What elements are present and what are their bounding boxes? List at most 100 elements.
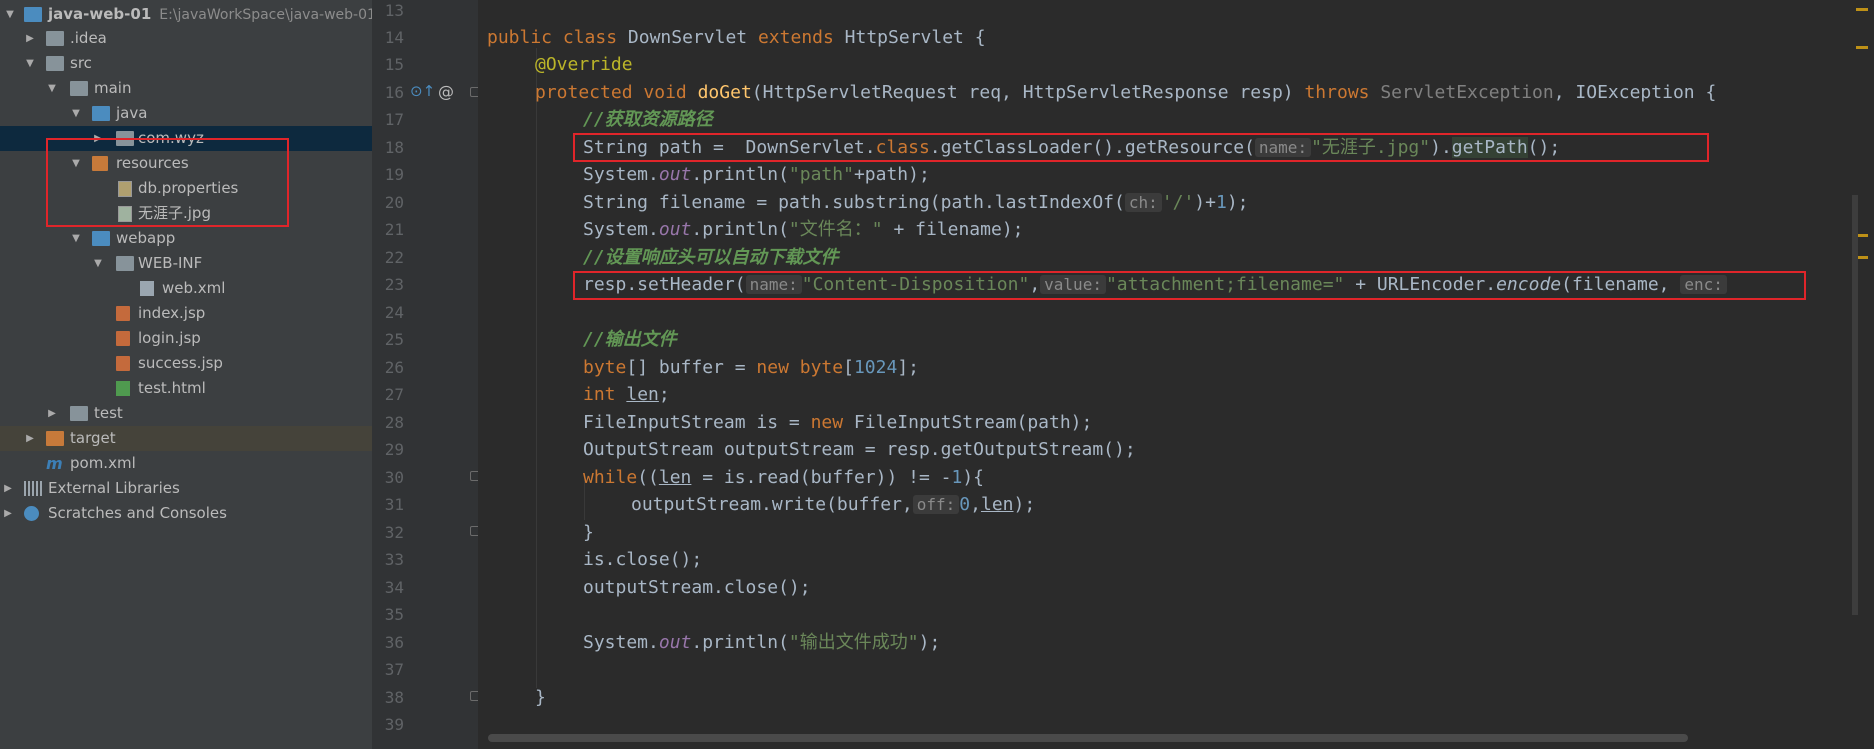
- root-name: java-web-01: [48, 5, 152, 23]
- chevron-right-icon[interactable]: ▶: [46, 401, 58, 426]
- tree-item-label: Scratches and Consoles: [48, 504, 227, 522]
- line-number: 37: [384, 660, 404, 679]
- excluded-folder-icon: [46, 431, 64, 446]
- vertical-scroll-thumb[interactable]: [1852, 195, 1858, 615]
- code-line-25: //输出文件: [583, 329, 677, 350]
- warning-marker[interactable]: [1856, 8, 1868, 11]
- line-number: 36: [384, 633, 404, 652]
- tree-item-label: .idea: [70, 29, 107, 47]
- code-editor[interactable]: public class DownServlet extends HttpSer…: [478, 0, 1858, 734]
- tree-item-pom-xml[interactable]: m pom.xml: [0, 451, 372, 476]
- chevron-down-icon[interactable]: ▼: [4, 2, 16, 27]
- line-number: 13: [384, 1, 404, 20]
- chevron-down-icon[interactable]: ▼: [92, 251, 104, 276]
- tree-item-label: pom.xml: [70, 454, 136, 472]
- code-line-29: OutputStream outputStream = resp.getOutp…: [583, 439, 1136, 460]
- line-number: 16: [384, 83, 404, 102]
- tree-item-label: web.xml: [162, 279, 226, 297]
- chevron-right-icon[interactable]: ▶: [2, 501, 14, 526]
- tree-item-web-xml[interactable]: web.xml: [0, 276, 372, 301]
- source-folder-icon: [92, 106, 110, 121]
- jsp-file-icon: [116, 331, 130, 346]
- vertical-scrollbar[interactable]: [1858, 0, 1874, 749]
- line-number: 38: [384, 688, 404, 707]
- code-line-14: public class DownServlet extends HttpSer…: [487, 27, 986, 48]
- indent-guide: [536, 48, 537, 688]
- tree-item-login-jsp[interactable]: login.jsp: [0, 326, 372, 351]
- line-number: 28: [384, 413, 404, 432]
- tree-root[interactable]: ▼ java-web-01 E:\javaWorkSpace\java-web-0…: [0, 2, 372, 27]
- line-number: 24: [384, 303, 404, 322]
- tree-item-src[interactable]: ▼ src: [0, 51, 372, 76]
- chevron-down-icon[interactable]: ▼: [46, 76, 58, 101]
- param-hint: ch:: [1124, 193, 1162, 212]
- line-number: 23: [384, 275, 404, 294]
- code-line-17: //获取资源路径: [583, 109, 713, 130]
- tree-item-test-html[interactable]: test.html: [0, 376, 372, 401]
- tree-item-label: main: [94, 79, 132, 97]
- line-number: 39: [384, 715, 404, 734]
- code-line-26: byte[] buffer = new byte[1024];: [583, 357, 919, 378]
- line-number: 17: [384, 110, 404, 129]
- code-line-36: System.out.println("输出文件成功");: [583, 632, 941, 653]
- line-number: 30: [384, 468, 404, 487]
- folder-icon: [70, 406, 88, 421]
- tree-item-label: java: [116, 104, 148, 122]
- tree-item-label: target: [70, 429, 116, 447]
- code-line-31: outputStream.write(buffer, off: 0,len);: [631, 494, 1036, 515]
- tree-item-web-inf[interactable]: ▼ WEB-INF: [0, 251, 372, 276]
- code-line-34: outputStream.close();: [583, 577, 811, 598]
- code-line-20: String filename = path.substring(path.la…: [583, 192, 1249, 213]
- chevron-down-icon[interactable]: ▼: [70, 101, 82, 126]
- line-number: 14: [384, 28, 404, 47]
- warning-marker[interactable]: [1856, 46, 1868, 49]
- highlight-box-resources: [46, 138, 289, 227]
- code-line-21: System.out.println("文件名：" + filename);: [583, 219, 1024, 240]
- tree-item-success-jsp[interactable]: success.jsp: [0, 351, 372, 376]
- horizontal-scrollbar[interactable]: [488, 734, 1688, 742]
- code-line-32: }: [583, 522, 594, 543]
- library-icon: [24, 481, 42, 496]
- tree-item-main[interactable]: ▼ main: [0, 76, 372, 101]
- tree-item-target[interactable]: ▶ target: [0, 426, 372, 451]
- annotation-marker-icon[interactable]: @: [438, 80, 454, 103]
- code-line-33: is.close();: [583, 549, 703, 570]
- tree-item-label: WEB-INF: [138, 254, 203, 272]
- scratches-icon: [24, 506, 39, 521]
- html-file-icon: [116, 381, 130, 396]
- tree-item-external-libraries[interactable]: ▶ External Libraries: [0, 476, 372, 501]
- tree-item-test[interactable]: ▶ test: [0, 401, 372, 426]
- code-line-15: @Override: [535, 54, 633, 75]
- line-number: 33: [384, 550, 404, 569]
- tree-item-idea[interactable]: ▶ .idea: [0, 26, 372, 51]
- line-number: 18: [384, 138, 404, 157]
- line-number: 19: [384, 165, 404, 184]
- web-folder-icon: [92, 231, 110, 246]
- line-number: 29: [384, 440, 404, 459]
- chevron-right-icon[interactable]: ▶: [24, 426, 36, 451]
- line-number: 35: [384, 605, 404, 624]
- tree-item-label: login.jsp: [138, 329, 201, 347]
- line-number: 27: [384, 385, 404, 404]
- line-number: 22: [384, 248, 404, 267]
- folder-icon: [70, 81, 88, 96]
- chevron-down-icon[interactable]: ▼: [24, 51, 36, 76]
- code-line-22: //设置响应头可以自动下载文件: [583, 247, 839, 268]
- tree-item-java[interactable]: ▼ java: [0, 101, 372, 126]
- line-number: 26: [384, 358, 404, 377]
- tree-item-webapp[interactable]: ▼ webapp: [0, 226, 372, 251]
- code-line-30: while((len = is.read(buffer)) != -1){: [583, 467, 985, 488]
- folder-icon: [46, 31, 64, 46]
- override-method-icon[interactable]: ⊙↑: [410, 80, 435, 103]
- tree-item-label: test.html: [138, 379, 206, 397]
- chevron-right-icon[interactable]: ▶: [2, 476, 14, 501]
- tree-item-scratches[interactable]: ▶ Scratches and Consoles: [0, 501, 372, 526]
- project-tree: ▼ java-web-01 E:\javaWorkSpace\java-web-0…: [0, 0, 372, 749]
- root-path: E:\javaWorkSpace\java-web-01: [159, 7, 372, 23]
- tree-item-index-jsp[interactable]: index.jsp: [0, 301, 372, 326]
- code-line-28: FileInputStream is = new FileInputStream…: [583, 412, 1093, 433]
- chevron-right-icon[interactable]: ▶: [24, 26, 36, 51]
- tree-item-label: success.jsp: [138, 354, 223, 372]
- chevron-down-icon[interactable]: ▼: [70, 226, 82, 251]
- line-number: 15: [384, 55, 404, 74]
